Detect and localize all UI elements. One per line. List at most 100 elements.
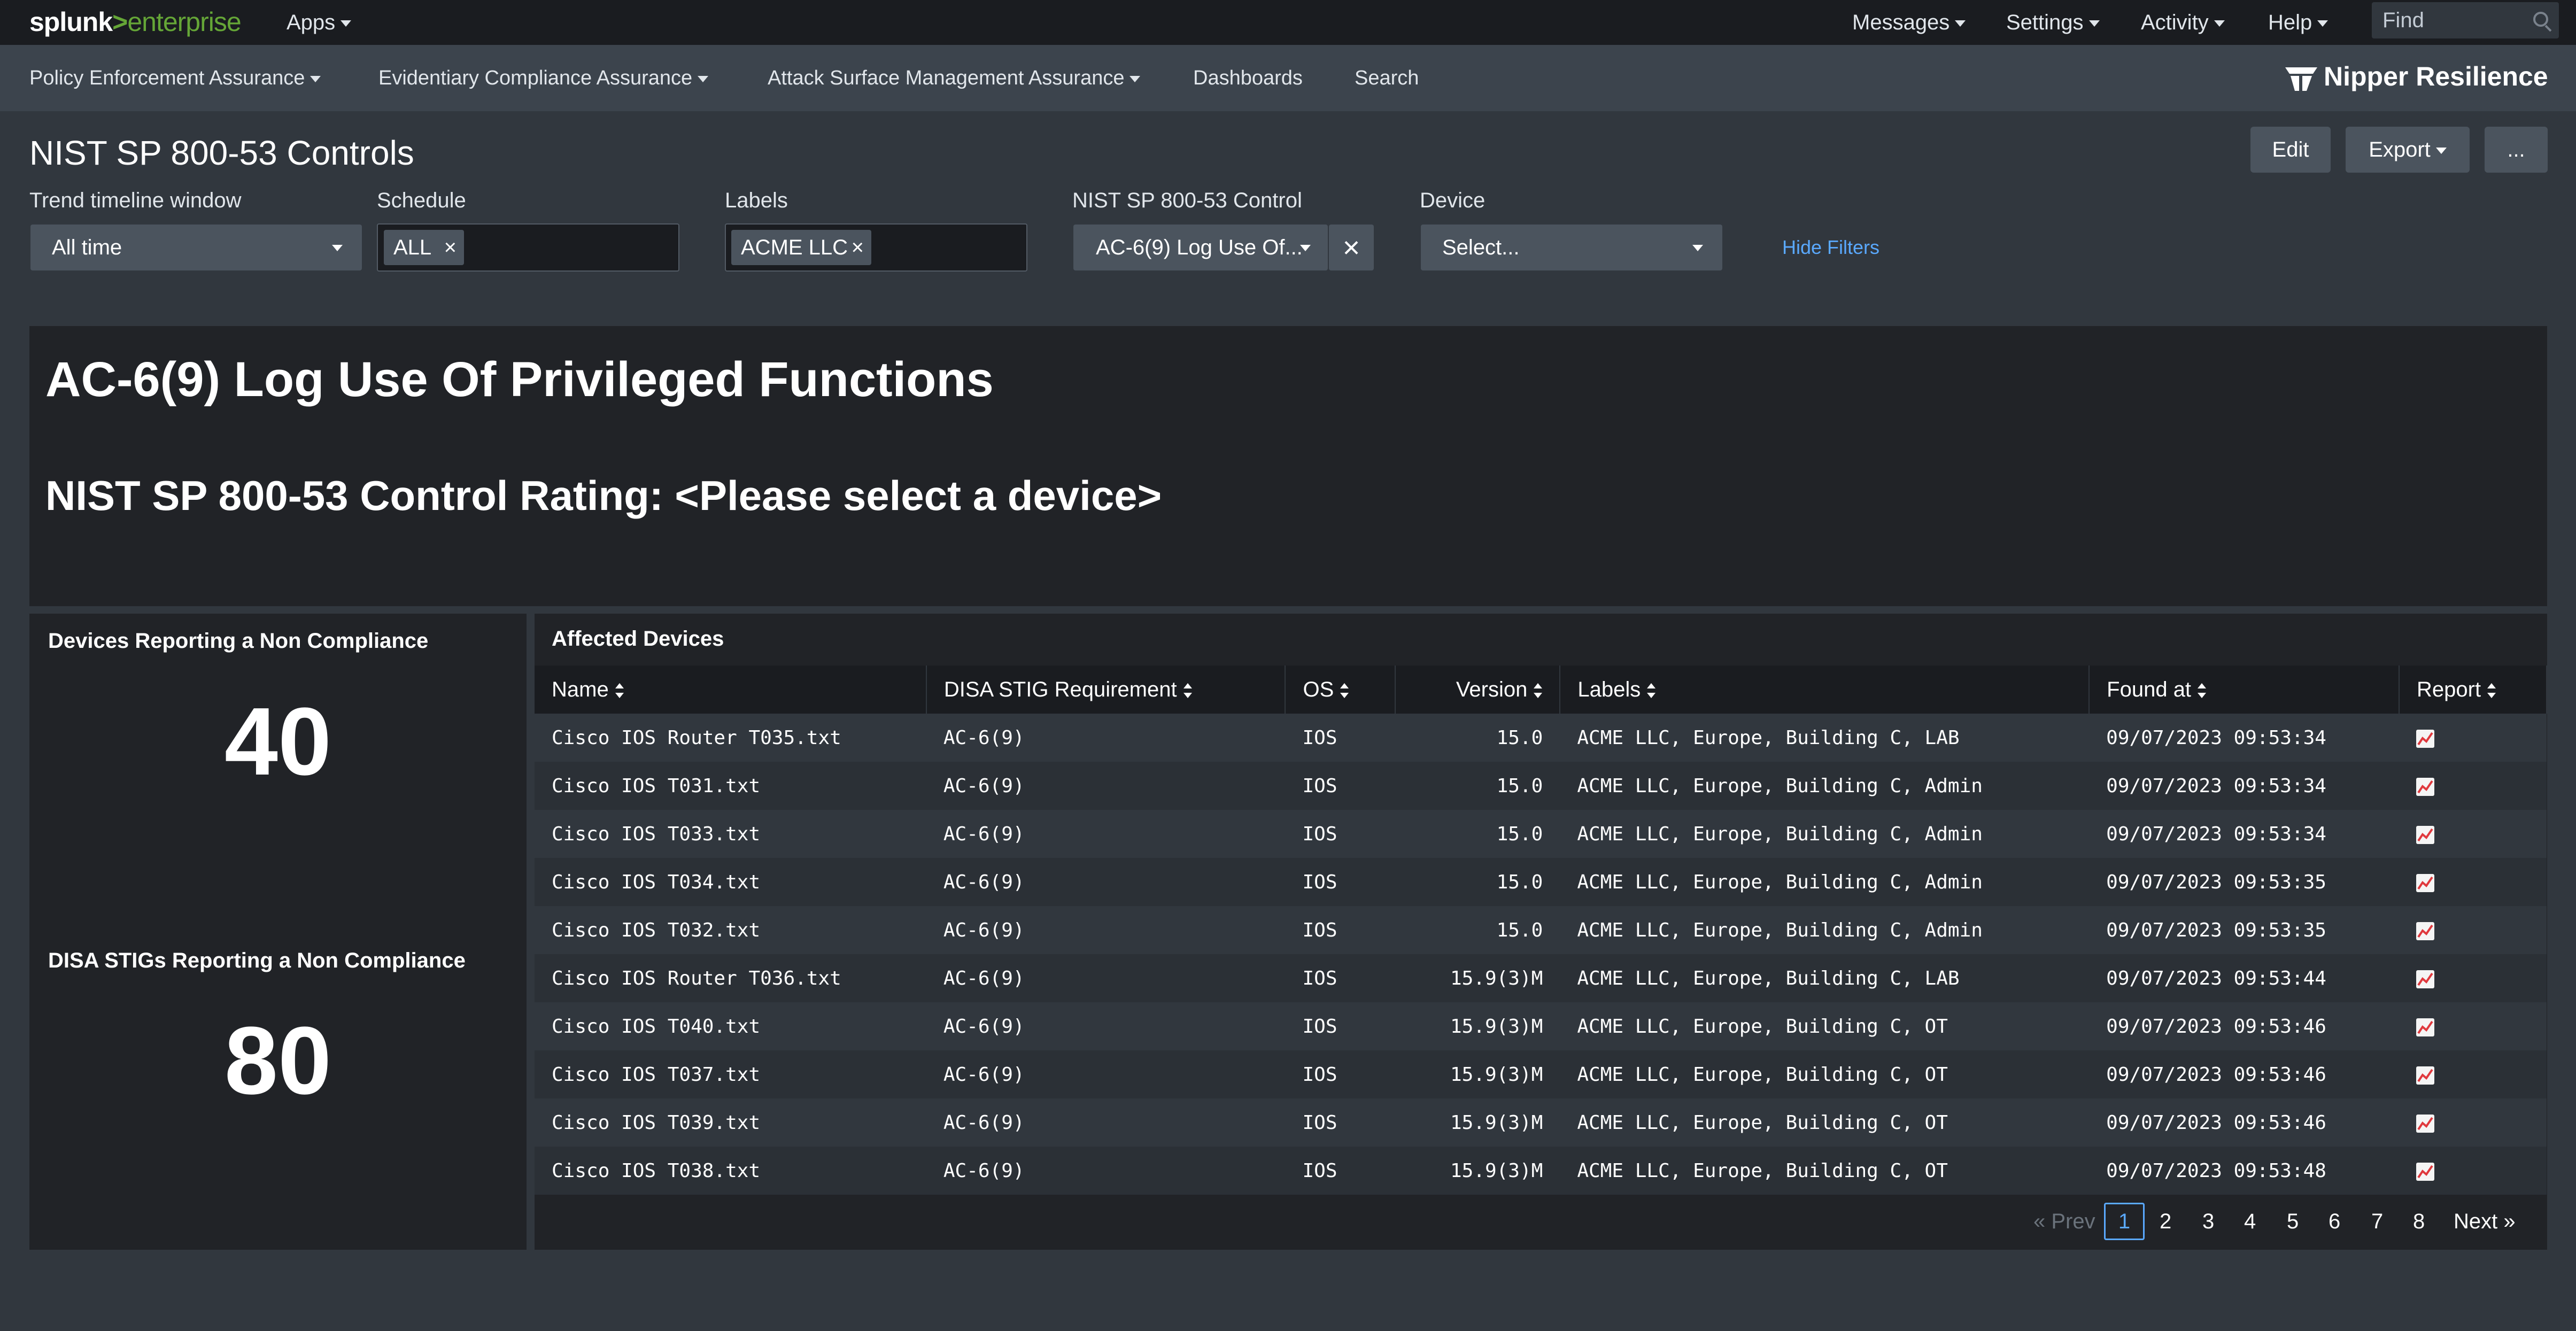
cell-os[interactable]: IOS	[1285, 714, 1396, 762]
cell-os[interactable]: IOS	[1285, 810, 1396, 858]
report-chart-icon[interactable]	[2416, 970, 2435, 988]
cell-os[interactable]: IOS	[1285, 1098, 1396, 1147]
cell-stig-requirement[interactable]: AC-6(9)	[926, 906, 1286, 954]
report-chart-icon[interactable]	[2416, 873, 2435, 892]
report-chart-icon[interactable]	[2416, 777, 2435, 796]
trend-timeline-select[interactable]: All time	[30, 225, 362, 270]
pagination-page-3[interactable]: 3	[2202, 1203, 2214, 1240]
cell-device-name[interactable]: Cisco IOS Router T035.txt	[535, 714, 926, 762]
cell-found-at[interactable]: 09/07/2023 09:53:34	[2089, 714, 2400, 762]
hide-filters-link[interactable]: Hide Filters	[1782, 235, 1879, 260]
cell-stig-requirement[interactable]: AC-6(9)	[926, 762, 1286, 810]
column-header-found-at[interactable]: Found at	[2089, 666, 2400, 714]
cell-labels[interactable]: ACME LLC, Europe, Building C, LAB	[1560, 714, 2090, 762]
cell-version[interactable]: 15.0	[1395, 906, 1560, 954]
cell-report[interactable]	[2399, 954, 2547, 1002]
edit-button[interactable]: Edit	[2250, 127, 2331, 173]
column-header-labels[interactable]: Labels	[1560, 666, 2090, 714]
cell-found-at[interactable]: 09/07/2023 09:53:46	[2089, 1002, 2400, 1050]
cell-device-name[interactable]: Cisco IOS T040.txt	[535, 1002, 926, 1050]
cell-report[interactable]	[2399, 906, 2547, 954]
activity-menu[interactable]: Activity	[2141, 5, 2225, 40]
report-chart-icon[interactable]	[2416, 1114, 2435, 1133]
cell-os[interactable]: IOS	[1285, 1002, 1396, 1050]
cell-found-at[interactable]: 09/07/2023 09:53:34	[2089, 762, 2400, 810]
clear-control-button[interactable]: ×	[1329, 225, 1374, 270]
cell-labels[interactable]: ACME LLC, Europe, Building C, OT	[1560, 1002, 2090, 1050]
stigs-noncompliance-value[interactable]: 80	[29, 1008, 527, 1115]
remove-token-icon[interactable]: ×	[852, 230, 864, 265]
table-row[interactable]: Cisco IOS T034.txt AC-6(9) IOS 15.0 ACME LLC…	[535, 858, 2547, 906]
cell-device-name[interactable]: Cisco IOS T033.txt	[535, 810, 926, 858]
cell-os[interactable]: IOS	[1285, 858, 1396, 906]
nav-search[interactable]: Search	[1355, 61, 1419, 95]
cell-labels[interactable]: ACME LLC, Europe, Building C, Admin	[1560, 762, 2090, 810]
cell-found-at[interactable]: 09/07/2023 09:53:46	[2089, 1098, 2400, 1147]
cell-device-name[interactable]: Cisco IOS Router T036.txt	[535, 954, 926, 1002]
pagination-page-2[interactable]: 2	[2160, 1203, 2171, 1240]
table-row[interactable]: Cisco IOS Router T036.txt AC-6(9) IOS 15.9(…	[535, 954, 2547, 1002]
pagination-page-7[interactable]: 7	[2371, 1203, 2383, 1240]
settings-menu[interactable]: Settings	[2006, 5, 2100, 40]
find-input[interactable]: Find	[2372, 2, 2559, 38]
cell-device-name[interactable]: Cisco IOS T034.txt	[535, 858, 926, 906]
cell-os[interactable]: IOS	[1285, 762, 1396, 810]
column-header-stig[interactable]: DISA STIG Requirement	[926, 666, 1286, 714]
cell-report[interactable]	[2399, 1147, 2547, 1195]
nav-policy-enforcement[interactable]: Policy Enforcement Assurance	[29, 61, 321, 95]
report-chart-icon[interactable]	[2416, 729, 2435, 748]
cell-version[interactable]: 15.0	[1395, 762, 1560, 810]
cell-labels[interactable]: ACME LLC, Europe, Building C, Admin	[1560, 810, 2090, 858]
table-row[interactable]: Cisco IOS Router T035.txt AC-6(9) IOS 15.0 A…	[535, 714, 2547, 762]
cell-os[interactable]: IOS	[1285, 1147, 1396, 1195]
splunk-logo[interactable]: splunk>enterprise	[29, 4, 242, 40]
cell-found-at[interactable]: 09/07/2023 09:53:34	[2089, 810, 2400, 858]
cell-device-name[interactable]: Cisco IOS T032.txt	[535, 906, 926, 954]
cell-stig-requirement[interactable]: AC-6(9)	[926, 1050, 1286, 1098]
cell-stig-requirement[interactable]: AC-6(9)	[926, 714, 1286, 762]
cell-os[interactable]: IOS	[1285, 906, 1396, 954]
cell-found-at[interactable]: 09/07/2023 09:53:46	[2089, 1050, 2400, 1098]
cell-labels[interactable]: ACME LLC, Europe, Building C, OT	[1560, 1098, 2090, 1147]
cell-version[interactable]: 15.0	[1395, 858, 1560, 906]
cell-stig-requirement[interactable]: AC-6(9)	[926, 1098, 1286, 1147]
cell-device-name[interactable]: Cisco IOS T037.txt	[535, 1050, 926, 1098]
table-row[interactable]: Cisco IOS T037.txt AC-6(9) IOS 15.9(3)M ACME…	[535, 1050, 2547, 1098]
remove-token-icon[interactable]: ×	[444, 230, 457, 265]
cell-device-name[interactable]: Cisco IOS T039.txt	[535, 1098, 926, 1147]
cell-version[interactable]: 15.0	[1395, 810, 1560, 858]
cell-found-at[interactable]: 09/07/2023 09:53:35	[2089, 858, 2400, 906]
nav-dashboards[interactable]: Dashboards	[1193, 61, 1303, 95]
cell-report[interactable]	[2399, 1050, 2547, 1098]
report-chart-icon[interactable]	[2416, 1066, 2435, 1085]
pagination-page-5[interactable]: 5	[2287, 1203, 2299, 1240]
report-chart-icon[interactable]	[2416, 922, 2435, 940]
control-select[interactable]: AC-6(9) Log Use Of...	[1073, 225, 1328, 270]
cell-report[interactable]	[2399, 1098, 2547, 1147]
cell-labels[interactable]: ACME LLC, Europe, Building C, OT	[1560, 1050, 2090, 1098]
cell-version[interactable]: 15.9(3)M	[1395, 1050, 1560, 1098]
export-button[interactable]: Export	[2346, 127, 2470, 173]
cell-report[interactable]	[2399, 1002, 2547, 1050]
cell-os[interactable]: IOS	[1285, 954, 1396, 1002]
pagination-page-4[interactable]: 4	[2244, 1203, 2256, 1240]
pagination-page-1[interactable]: 1	[2104, 1203, 2145, 1240]
cell-labels[interactable]: ACME LLC, Europe, Building C, Admin	[1560, 858, 2090, 906]
cell-stig-requirement[interactable]: AC-6(9)	[926, 858, 1286, 906]
table-row[interactable]: Cisco IOS T038.txt AC-6(9) IOS 15.9(3)M ACME…	[535, 1147, 2547, 1195]
cell-stig-requirement[interactable]: AC-6(9)	[926, 954, 1286, 1002]
table-row[interactable]: Cisco IOS T039.txt AC-6(9) IOS 15.9(3)M ACME…	[535, 1098, 2547, 1147]
nav-evidentiary-compliance[interactable]: Evidentiary Compliance Assurance	[378, 61, 709, 95]
cell-found-at[interactable]: 09/07/2023 09:53:35	[2089, 906, 2400, 954]
nav-attack-surface[interactable]: Attack Surface Management Assurance	[768, 61, 1141, 95]
cell-stig-requirement[interactable]: AC-6(9)	[926, 810, 1286, 858]
more-actions-button[interactable]: ...	[2485, 127, 2548, 173]
cell-labels[interactable]: ACME LLC, Europe, Building C, LAB	[1560, 954, 2090, 1002]
cell-device-name[interactable]: Cisco IOS T038.txt	[535, 1147, 926, 1195]
help-menu[interactable]: Help	[2268, 5, 2329, 40]
column-header-name[interactable]: Name	[535, 666, 927, 714]
devices-noncompliance-value[interactable]: 40	[29, 688, 527, 795]
cell-version[interactable]: 15.0	[1395, 714, 1560, 762]
cell-labels[interactable]: ACME LLC, Europe, Building C, OT	[1560, 1147, 2090, 1195]
pagination-page-8[interactable]: 8	[2413, 1203, 2425, 1240]
